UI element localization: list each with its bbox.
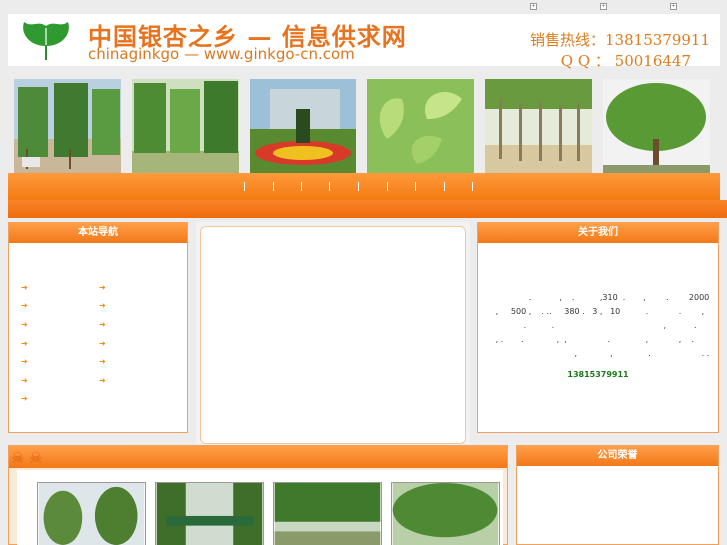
bullet-arrow-icon[interactable]: ➜ (99, 301, 106, 310)
expand-icon[interactable]: + (530, 3, 537, 10)
skull-icon: ☠ (29, 449, 43, 467)
about-text-line: . , . ,310 . , . 2000 (488, 293, 710, 302)
site-navigation-panel: 本站导航 ➜ ➜ ➜ ➜ ➜ ➜ ➜ ➜ ➜ ➜ ➜ ➜ ➜ (8, 222, 188, 433)
bullet-arrow-icon[interactable]: ➜ (21, 301, 28, 310)
nav-separator (358, 182, 359, 191)
about-text-line: , , . . . (488, 349, 710, 358)
sub-nav-bar (8, 200, 727, 218)
product-photo-ginkgo-trees[interactable] (37, 482, 146, 545)
about-us-panel: 关于我们 . , . ,310 . , . 2000 , 500 , . .. … (477, 222, 719, 433)
products-header: ☠ ☠ (9, 446, 507, 468)
flower-garden-photo (250, 79, 356, 173)
product-photo-nursery-gate[interactable] (155, 482, 264, 545)
bullet-arrow-icon[interactable]: ➜ (21, 376, 28, 385)
bullet-arrow-icon[interactable]: ➜ (99, 283, 106, 292)
bullet-arrow-icon[interactable]: ➜ (99, 339, 106, 348)
ginkgo-large-tree-photo (603, 79, 710, 173)
nav-separator (472, 182, 473, 191)
site-domain: chinaginkgo — www.ginkgo-cn.com (88, 45, 355, 63)
about-us-title: 关于我们 (478, 223, 718, 243)
company-honors-panel: 公司荣誉 (516, 445, 719, 545)
site-banner: 中国银杏之乡 — 信息供求网 chinaginkgo — www.ginkgo-… (8, 14, 720, 70)
skull-icon: ☠ (11, 449, 25, 467)
ginkgo-leaves-photo (367, 79, 474, 173)
ginkgo-leaf-logo-icon (23, 22, 69, 60)
bullet-arrow-icon[interactable]: ➜ (99, 320, 106, 329)
expand-icon[interactable]: + (600, 3, 607, 10)
ginkgo-saplings-photo (485, 79, 592, 173)
nav-separator (415, 182, 416, 191)
qq-number: Q Q ： 50016447 (560, 52, 691, 70)
ginkgo-trees-field-photo (132, 79, 239, 173)
photo-strip (14, 79, 720, 173)
product-gallery (17, 470, 503, 545)
expand-icon[interactable]: + (670, 3, 677, 10)
bullet-arrow-icon[interactable]: ➜ (21, 283, 28, 292)
center-content-area (196, 222, 470, 444)
bullet-arrow-icon[interactable]: ➜ (99, 357, 106, 366)
product-photo-tree-canopy[interactable] (391, 482, 500, 545)
page: + + + 中国银杏之乡 — 信息供求网 chinaginkgo — www.g… (0, 0, 727, 545)
main-nav-bar (8, 173, 720, 200)
nav-separator (387, 182, 388, 191)
products-panel: ☠ ☠ (8, 445, 508, 545)
product-photo-tree-row[interactable] (273, 482, 382, 545)
bullet-arrow-icon[interactable]: ➜ (99, 376, 106, 385)
sales-hotline: 销售热线：13815379911 (530, 31, 710, 49)
about-us-body: . , . ,310 . , . 2000 , 500 , . .. 380 .… (478, 243, 718, 432)
about-text-line: , . . , , . , , . (488, 335, 694, 344)
nav-separator (273, 182, 274, 191)
about-phone-number: 13815379911 (567, 370, 629, 379)
bullet-arrow-icon[interactable]: ➜ (21, 357, 28, 366)
ginkgo-trees-road-photo (14, 79, 121, 173)
nav-separator (444, 182, 445, 191)
site-navigation-links: ➜ ➜ ➜ ➜ ➜ ➜ ➜ ➜ ➜ ➜ ➜ ➜ ➜ (9, 243, 187, 432)
about-text-line: . . , . (488, 321, 697, 330)
bullet-arrow-icon[interactable]: ➜ (21, 339, 28, 348)
nav-separator (329, 182, 330, 191)
site-navigation-title: 本站导航 (9, 223, 187, 243)
top-icon-bar: + + + (530, 3, 720, 11)
bullet-arrow-icon[interactable]: ➜ (21, 394, 28, 403)
company-honors-title: 公司荣誉 (517, 446, 718, 466)
nav-separator (244, 182, 245, 191)
about-text-line: , 500 , . .. 380 . 3 , 10 . . , (488, 307, 705, 316)
bullet-arrow-icon[interactable]: ➜ (21, 320, 28, 329)
center-content-box (200, 226, 466, 444)
nav-separator (301, 182, 302, 191)
